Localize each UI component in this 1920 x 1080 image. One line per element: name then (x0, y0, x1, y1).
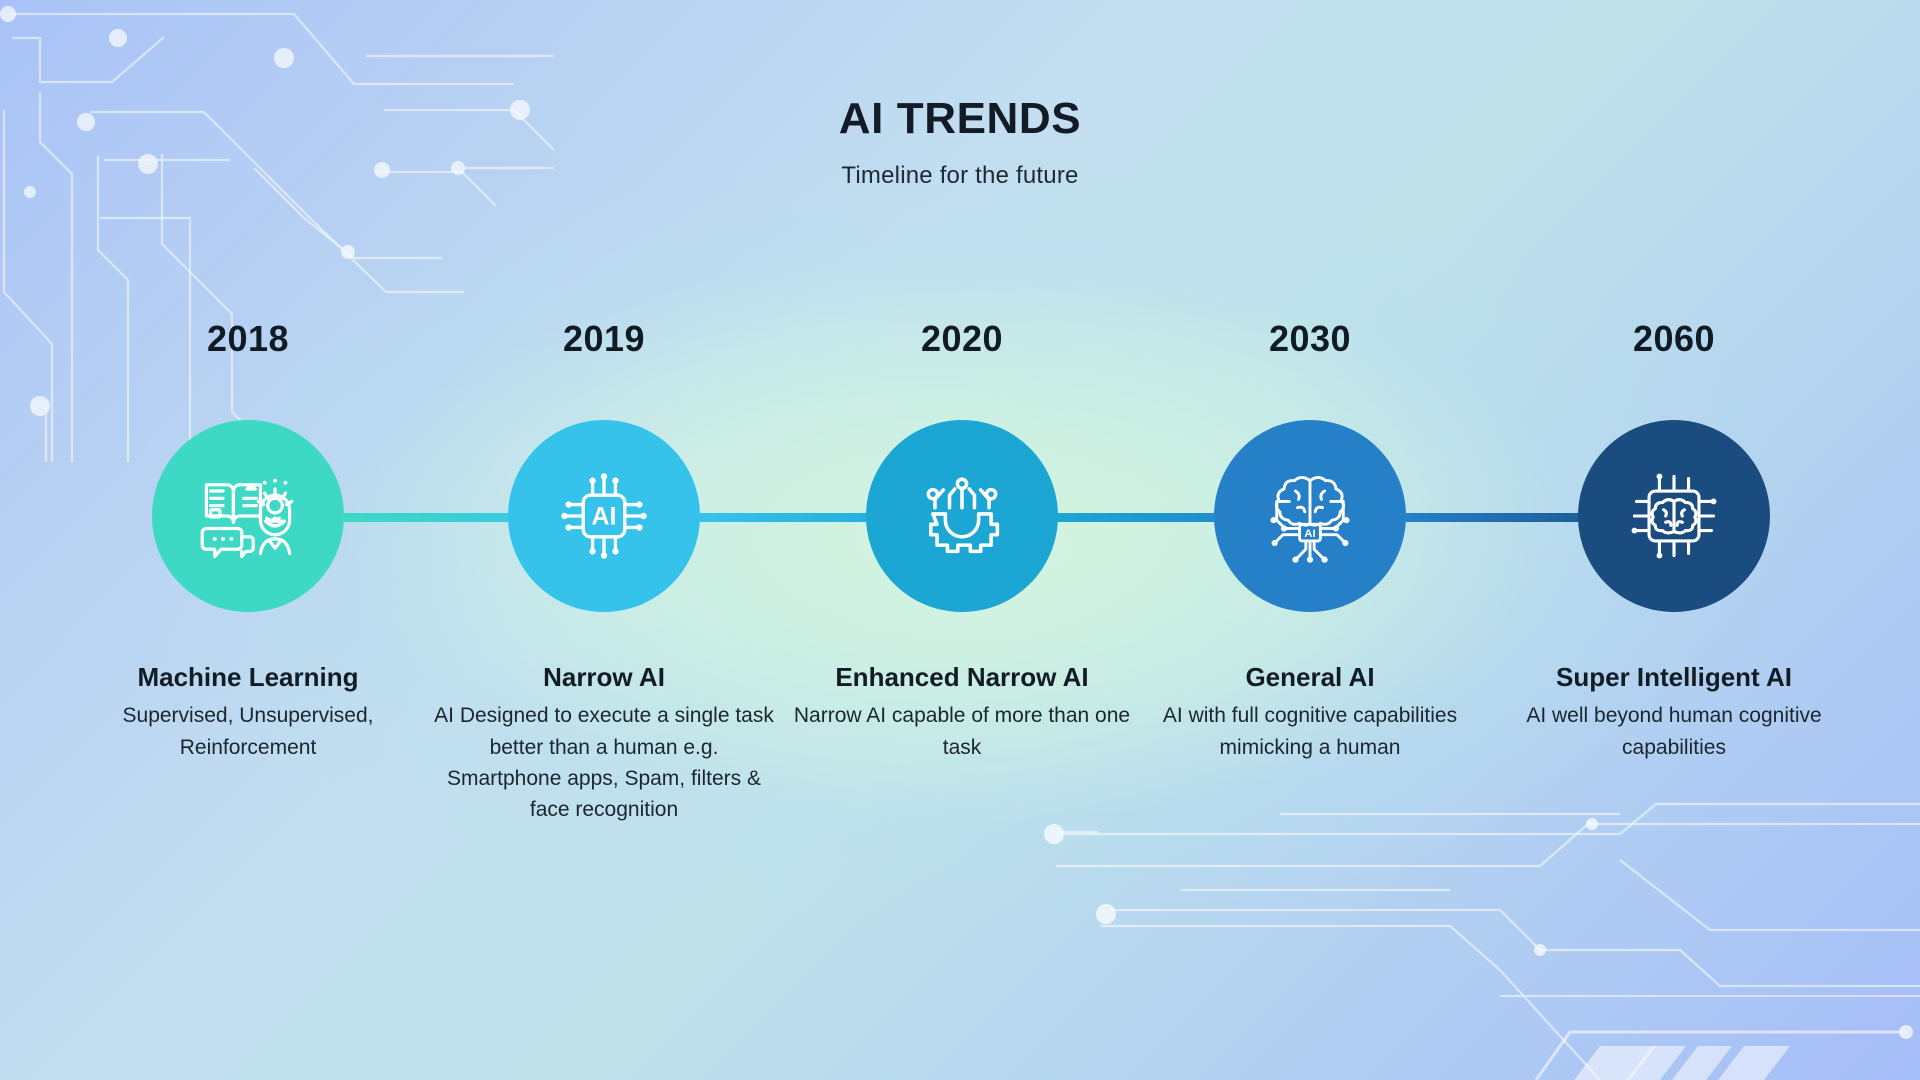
caption-title-2030: General AI (1245, 662, 1375, 692)
book-robot-chat-icon (200, 478, 294, 559)
timeline-bubble-2019[interactable]: AI (508, 420, 700, 612)
timeline-bubble-2030[interactable]: AI (1214, 420, 1406, 612)
caption-title-2019: Narrow AI (543, 662, 665, 692)
caption-title-2018: Machine Learning (137, 662, 359, 692)
timeline-bubble-2018[interactable] (152, 420, 344, 612)
caption-2019: Narrow AI AI Designed to execute a singl… (424, 658, 784, 825)
caption-2020: Enhanced Narrow AI Narrow AI capable of … (782, 658, 1142, 763)
caption-2060: Super Intelligent AI AI well beyond huma… (1494, 658, 1854, 763)
caption-desc-2020: Narrow AI capable of more than one task (793, 704, 1131, 759)
caption-desc-2019: AI Designed to execute a single task bet… (434, 704, 774, 821)
brain-chip-icon (1631, 473, 1717, 559)
caption-desc-2018: Supervised, Unsupervised, Reinforcement (122, 704, 374, 759)
year-label-2030: 2030 (1268, 318, 1352, 359)
caption-desc-2060: AI well beyond human cognitive capabilit… (1526, 704, 1822, 759)
timeline-bubble-2060[interactable] (1578, 420, 1770, 612)
caption-title-2020: Enhanced Narrow AI (835, 662, 1089, 692)
gear-circuit-icon (926, 477, 1000, 554)
year-label-2060: 2060 (1632, 318, 1716, 359)
brain-circuit-ai-icon: AI (1270, 476, 1350, 563)
timeline: 2018 Machine Learning Supervised, Unsupe… (0, 0, 1920, 1080)
svg-text:AI: AI (1304, 528, 1315, 540)
ai-chip-icon: AI (561, 473, 647, 559)
year-label-2020: 2020 (920, 318, 1004, 359)
year-label-2018: 2018 (206, 318, 290, 359)
svg-text:AI: AI (592, 502, 617, 530)
caption-title-2060: Super Intelligent AI (1556, 662, 1792, 692)
timeline-bubble-2020[interactable] (866, 420, 1058, 612)
caption-desc-2030: AI with full cognitive capabilities mimi… (1162, 704, 1458, 759)
caption-2030: General AI AI with full cognitive capabi… (1130, 658, 1490, 763)
year-label-2019: 2019 (562, 318, 646, 359)
caption-2018: Machine Learning Supervised, Unsupervise… (68, 658, 428, 763)
